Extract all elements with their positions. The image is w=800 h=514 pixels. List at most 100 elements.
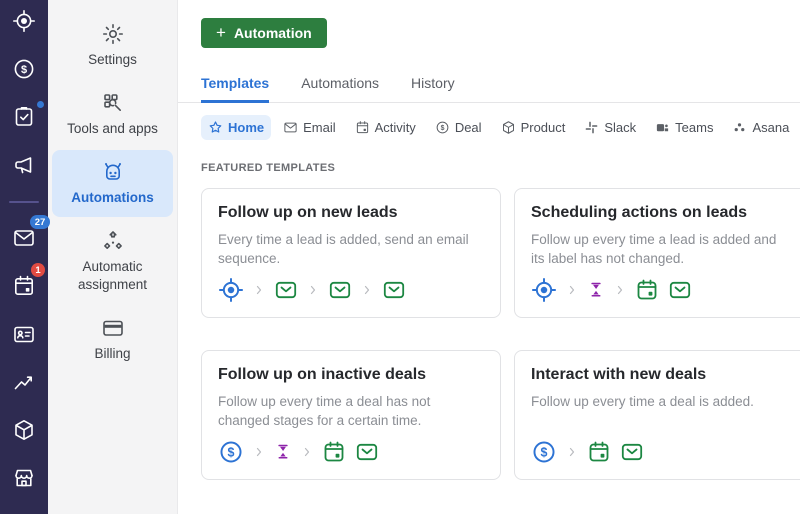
delay-icon [587,281,605,299]
sidebar-item-settings[interactable]: Settings [52,12,173,79]
slack-icon [586,121,598,134]
filter-chip-email[interactable]: Email [276,115,343,140]
sidebar-item-tools-and-apps[interactable]: Tools and apps [52,81,173,148]
email-action-icon [620,440,644,464]
chevron-icon [566,446,578,458]
dollar-circle-icon: $ [436,121,449,134]
products-box-icon[interactable] [12,418,36,442]
activity-action-icon [587,440,611,464]
main-content: + Automation Templates Automations Histo… [178,0,800,514]
add-automation-label: Automation [233,25,312,41]
filter-chip-label: Teams [675,120,714,135]
envelope-icon [284,122,297,133]
chevron-icon [253,284,265,296]
sidebar-item-automations[interactable]: Automations [52,150,173,217]
automation-flow [531,277,797,303]
card-description: Follow up every time a lead is added and… [531,232,777,267]
filter-chip-slack[interactable]: Slack [577,115,643,140]
sidebar-item-label: Automations [71,190,154,205]
email-action-icon [668,278,692,302]
insights-chart-icon[interactable] [12,370,36,394]
tasks-checklist-icon[interactable] [12,101,44,129]
nav-divider [9,201,39,203]
chevron-icon [566,284,578,296]
svg-text:$: $ [440,125,444,132]
filter-chip-label: Home [228,120,265,135]
automation-flow [218,277,484,303]
lead-trigger-icon [531,277,557,303]
activities-calendar-icon[interactable]: 1 [12,263,45,298]
deals-dollar-icon[interactable]: $ [12,57,36,81]
assignment-icon [103,231,122,249]
tab-automations[interactable]: Automations [301,75,379,103]
chevron-icon [307,284,319,296]
template-filter-bar: Home Email Activity $ Deal Product Slack [178,115,800,140]
section-title: FEATURED TEMPLATES [201,162,336,174]
sidebar-item-label: Settings [88,52,137,67]
filter-chip-label: Asana [752,120,790,135]
filter-chip-label: Email [303,120,336,135]
gear-icon [102,24,123,44]
activity-action-icon [635,278,659,302]
template-card-interact-with-new-deals[interactable]: Interact with new deals Follow up every … [514,350,800,480]
card-description: Follow up every time a deal has not chan… [218,394,431,429]
activity-action-icon [322,440,346,464]
sidebar-item-billing[interactable]: Billing [52,306,173,373]
filter-chip-product[interactable]: Product [494,115,573,140]
leads-target-icon[interactable] [12,9,36,33]
tab-templates[interactable]: Templates [201,75,270,103]
sidebar-item-automatic-assignment[interactable]: Automatic assignment [52,219,173,304]
card-description: Every time a lead is added, send an emai… [218,232,469,267]
card-description: Follow up every time a deal is added. [531,394,754,409]
email-action-icon [382,278,406,302]
deal-trigger-icon: $ [218,439,244,465]
billing-card-icon [102,320,123,336]
filter-chip-activity[interactable]: Activity [348,115,423,140]
svg-text:$: $ [228,445,235,459]
marketplace-store-icon[interactable] [12,466,36,490]
chevron-icon [253,446,265,458]
delay-icon [274,443,292,461]
filter-chip-label: Slack [604,120,637,135]
tab-history[interactable]: History [411,75,455,103]
filter-chip-home[interactable]: Home [201,115,272,140]
template-card-follow-up-inactive-deals[interactable]: Follow up on inactive deals Follow up ev… [201,350,501,480]
activities-badge: 1 [31,263,45,277]
sidebar-item-label: Billing [94,346,131,361]
chevron-icon [301,446,313,458]
chevron-icon [361,284,373,296]
teams-icon: T [657,124,669,132]
card-title: Scheduling actions on leads [531,204,748,221]
asana-icon [735,123,745,132]
tab-bar: Templates Automations History [178,75,800,103]
filter-chip-asana[interactable]: Asana [725,115,796,140]
chevron-icon [614,284,626,296]
automation-flow: $ [218,439,484,465]
campaigns-megaphone-icon[interactable] [12,153,36,177]
automation-flow: $ [531,439,797,465]
app-window: $ 27 1 Settings Tools and apps Automatio… [0,0,800,514]
filter-chip-label: Deal [454,120,482,135]
mail-envelope-icon[interactable]: 27 [12,215,50,250]
filter-chip-deal[interactable]: $ Deal [428,115,489,140]
cube-icon [502,121,514,134]
lead-trigger-icon [218,277,244,303]
robot-icon [104,163,121,180]
deal-trigger-icon: $ [531,439,557,465]
contacts-card-icon[interactable] [12,322,36,346]
filter-chip-label: Product [520,120,566,135]
add-automation-button[interactable]: + Automation [201,18,327,48]
settings-sub-nav: Settings Tools and apps Automations Auto… [48,0,178,514]
sidebar-item-label: Tools and apps [67,121,158,136]
svg-text:$: $ [541,445,548,459]
filter-chip-label: Activity [374,120,416,135]
mail-badge: 27 [30,215,50,229]
svg-text:$: $ [21,64,27,76]
email-action-icon [355,440,379,464]
template-card-follow-up-new-leads[interactable]: Follow up on new leads Every time a lead… [201,188,501,318]
filter-chip-teams[interactable]: T Teams [648,115,720,140]
primary-nav-rail: $ 27 1 [0,0,50,514]
star-icon [209,121,222,133]
card-title: Interact with new deals [531,366,707,383]
template-card-scheduling-actions-on-leads[interactable]: Scheduling actions on leads Follow up ev… [514,188,800,318]
